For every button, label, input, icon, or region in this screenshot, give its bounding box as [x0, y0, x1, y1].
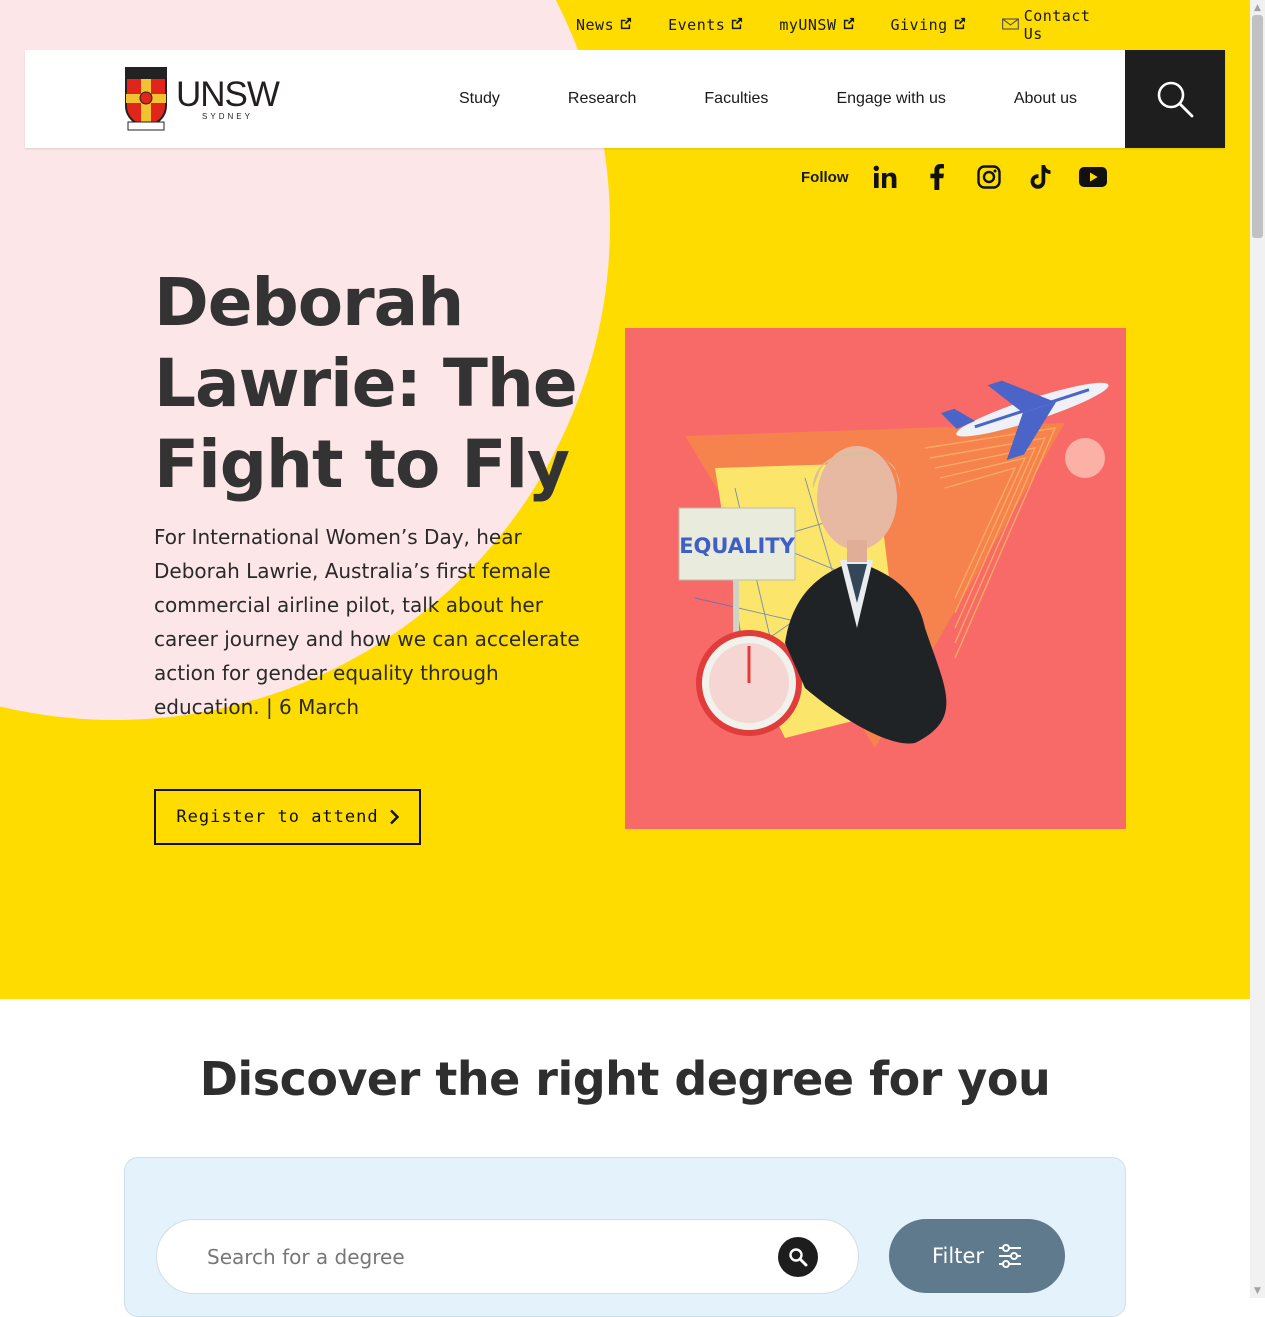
- utility-link-label: Contact Us: [1023, 7, 1091, 43]
- nav-item-faculties[interactable]: Faculties: [670, 90, 802, 108]
- degree-search-input[interactable]: [205, 1243, 769, 1270]
- utility-link-label: Events: [668, 16, 726, 34]
- scroll-down-arrow-icon[interactable]: ▼: [1250, 1283, 1265, 1298]
- logo-wordmark-text: UNSW: [176, 75, 280, 114]
- external-link-icon: [953, 16, 966, 34]
- filter-button[interactable]: Filter: [889, 1219, 1065, 1293]
- logo-wordmark: UNSW SYDNEY: [176, 75, 280, 121]
- hero-section: News Events myUNSW Giving Contact Us UNS…: [0, 0, 1250, 999]
- equality-sign-text: EQUALITY: [679, 534, 795, 558]
- utility-link-myunsw[interactable]: myUNSW: [779, 16, 854, 34]
- scroll-up-arrow-icon[interactable]: ▲: [1250, 0, 1265, 15]
- search-icon: [789, 1248, 808, 1267]
- facebook-icon[interactable]: [923, 163, 951, 191]
- tiktok-icon[interactable]: [1027, 163, 1055, 191]
- youtube-icon[interactable]: [1078, 163, 1107, 191]
- utility-link-label: Giving: [890, 16, 948, 34]
- linkedin-icon[interactable]: [871, 163, 899, 191]
- nav-item-about[interactable]: About us: [980, 90, 1111, 108]
- nav-item-study[interactable]: Study: [425, 90, 534, 108]
- logo-subtext: SYDNEY: [202, 112, 253, 121]
- utility-link-label: News: [576, 16, 615, 34]
- hero-description: For International Women’s Day, hear Debo…: [154, 525, 580, 719]
- hero-title: Deborah Lawrie: The Fight to Fly: [154, 264, 578, 503]
- external-link-icon: [842, 16, 855, 34]
- unsw-crest-icon: [125, 67, 167, 131]
- nav-item-engage[interactable]: Engage with us: [802, 90, 979, 108]
- nav-item-research[interactable]: Research: [534, 90, 670, 108]
- utility-link-giving[interactable]: Giving: [891, 16, 966, 34]
- primary-nav: Study Research Faculties Engage with us …: [425, 50, 1111, 148]
- utility-link-label: myUNSW: [779, 16, 837, 34]
- utility-link-events[interactable]: Events: [668, 16, 743, 34]
- header-search-button[interactable]: [1125, 50, 1225, 148]
- degree-search-button[interactable]: [778, 1237, 818, 1277]
- external-link-icon: [619, 16, 632, 34]
- social-follow: Follow: [801, 163, 1131, 191]
- follow-label: Follow: [801, 168, 849, 186]
- search-icon: [1157, 81, 1194, 118]
- register-button-label: Register to attend: [176, 807, 379, 827]
- unsw-logo[interactable]: UNSW SYDNEY: [124, 66, 280, 132]
- instagram-icon[interactable]: [975, 163, 1003, 191]
- hero-collage-illustration: EQUALITY: [678, 380, 1109, 748]
- scrollbar-thumb[interactable]: [1252, 15, 1263, 238]
- utility-link-contact-us[interactable]: Contact Us: [1001, 7, 1110, 43]
- main-header: UNSW SYDNEY Study Research Faculties Eng…: [25, 50, 1225, 148]
- chevron-right-icon: [389, 809, 399, 825]
- degree-finder-panel: Filter: [124, 1157, 1126, 1317]
- register-button[interactable]: Register to attend: [154, 789, 421, 845]
- degree-section-title: Discover the right degree for you: [199, 1052, 1051, 1106]
- page-scrollbar[interactable]: ▲ ▼: [1250, 0, 1265, 1298]
- hero-image: EQUALITY: [625, 328, 1126, 829]
- envelope-icon: [1001, 16, 1019, 34]
- degree-search-box: [156, 1219, 859, 1294]
- filter-button-label: Filter: [931, 1244, 984, 1268]
- external-link-icon: [730, 16, 743, 34]
- utility-nav: News Events myUNSW Giving Contact Us: [540, 0, 1250, 50]
- sliders-icon: [999, 1244, 1021, 1268]
- utility-link-news[interactable]: News: [576, 16, 632, 34]
